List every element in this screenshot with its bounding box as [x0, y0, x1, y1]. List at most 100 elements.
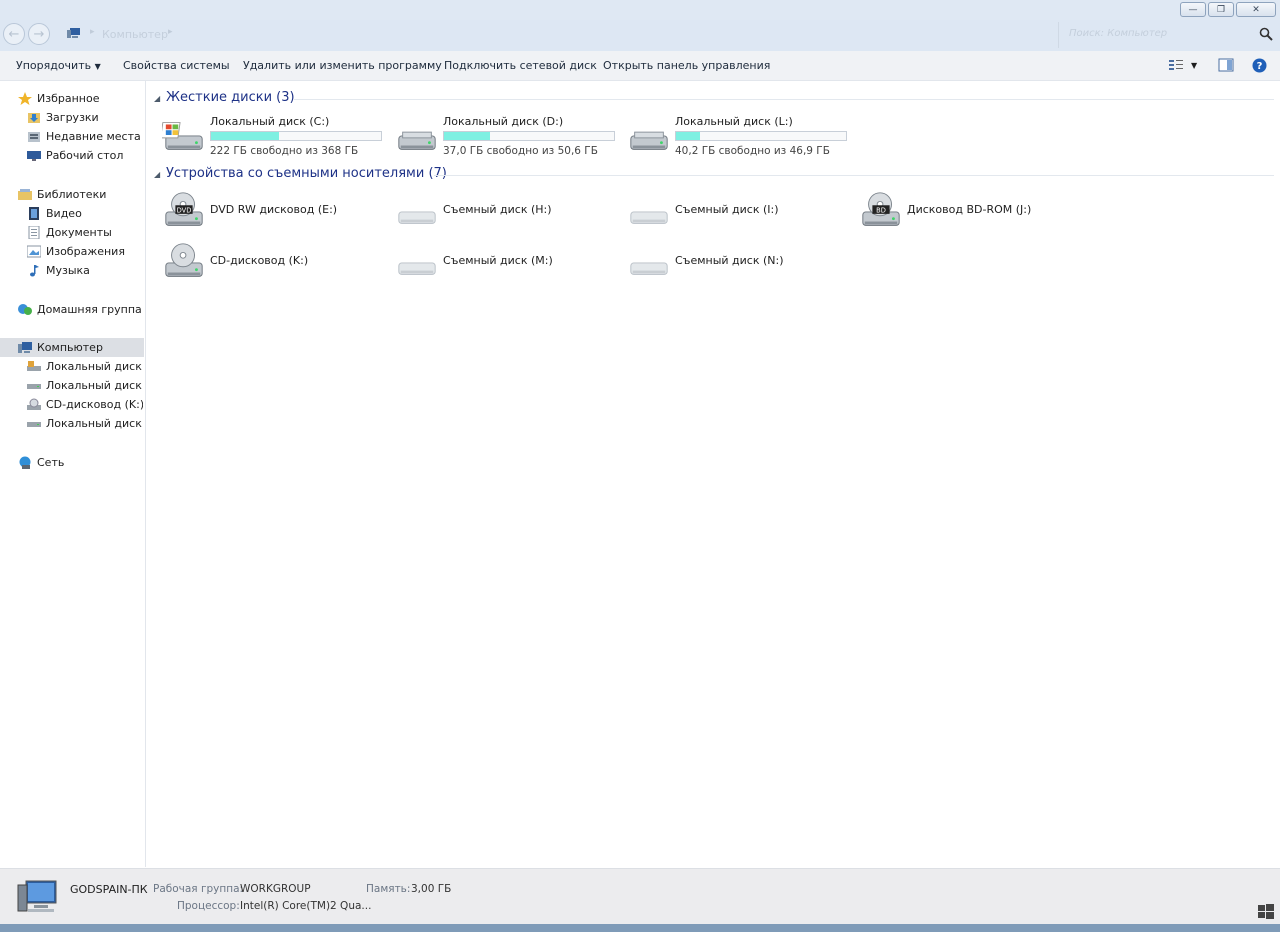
documents-library-icon — [28, 226, 40, 239]
close-button[interactable]: ✕ — [1236, 2, 1276, 17]
system-drive-icon — [162, 122, 203, 150]
workgroup-label: Рабочая группа: — [153, 883, 244, 895]
drive-name: Дисковод BD-ROM (J:) — [907, 203, 1032, 216]
drive-tile[interactable]: Локальный диск (L:) 40,2 ГБ свободно из 4… — [627, 113, 852, 159]
hard-drive-icon — [630, 131, 668, 150]
workgroup-value: WORKGROUP — [240, 883, 311, 895]
drive-tile[interactable]: Локальный диск (C:) 222 ГБ свободно из 36… — [162, 113, 387, 159]
taskbar — [0, 924, 1280, 932]
sidebar-item-desktop[interactable]: Рабочий стол — [27, 146, 143, 165]
drive-name: Съемный диск (H:) — [443, 203, 552, 216]
drive-name: Съемный диск (N:) — [675, 254, 784, 267]
breadcrumb-separator[interactable]: ▸ — [168, 27, 173, 37]
usage-bar — [210, 131, 382, 141]
sidebar-item-music[interactable]: Музыка — [27, 261, 143, 280]
dvd-drive-icon: DVD — [165, 192, 203, 226]
sidebar-item-disk-d[interactable]: Локальный диск (D:) — [27, 376, 143, 395]
title-bar: — ❐ ✕ — [0, 0, 1280, 20]
breadcrumb-separator[interactable]: ▸ — [90, 27, 95, 37]
drive-tile[interactable]: CD-дисковод (K:) — [162, 240, 387, 286]
drive-tile[interactable]: Съемный диск (M:) — [395, 240, 620, 286]
minimize-button[interactable]: — — [1180, 2, 1206, 17]
sidebar-item-pictures[interactable]: Изображения — [27, 242, 143, 261]
back-button[interactable]: ← — [3, 23, 25, 45]
computer-name: GODSPAIN-ПК — [70, 883, 148, 896]
organize-label: Упорядочить — [16, 59, 92, 72]
group-header-hard-disks[interactable]: ◢ Жесткие диски (3) — [154, 90, 1274, 108]
sidebar-item-label: Локальный диск (L:) — [46, 417, 143, 430]
sidebar-item-downloads[interactable]: Загрузки — [27, 108, 143, 127]
memory-label: Память: — [366, 883, 411, 895]
svg-text:DVD: DVD — [177, 206, 192, 214]
drive-name: Съемный диск (M:) — [443, 254, 553, 267]
collapse-triangle-icon[interactable]: ◢ — [154, 94, 160, 103]
drive-tile[interactable]: BD Дисковод BD-ROM (J:) — [859, 189, 1084, 235]
system-drive-icon — [27, 361, 41, 371]
sidebar-item-documents[interactable]: Документы — [27, 223, 143, 242]
sidebar-item-libraries[interactable]: Библиотеки — [18, 185, 143, 204]
sidebar-item-label: Локальный диск (C:) — [46, 360, 143, 373]
sidebar-item-label: Библиотеки — [37, 188, 107, 201]
uninstall-program-button[interactable]: Удалить или изменить программу — [243, 59, 442, 72]
organize-button[interactable]: Упорядочить ▼ — [16, 59, 101, 72]
search-input[interactable]: Поиск: Компьютер — [1058, 22, 1279, 48]
drive-tile[interactable]: DVD DVD RW дисковод (E:) — [162, 189, 387, 235]
search-placeholder: Поиск: Компьютер — [1069, 28, 1168, 39]
usage-bar — [443, 131, 615, 141]
sidebar-item-label: Избранное — [37, 92, 100, 105]
search-icon[interactable] — [1259, 27, 1273, 41]
group-divider — [434, 175, 1274, 176]
homegroup-icon — [18, 304, 32, 315]
map-network-drive-button[interactable]: Подключить сетевой диск — [444, 59, 597, 72]
drive-tile[interactable]: Съемный диск (I:) — [627, 189, 852, 235]
drive-tile[interactable]: Съемный диск (N:) — [627, 240, 852, 286]
sidebar-item-label: Локальный диск (D:) — [46, 379, 143, 392]
group-header-removable[interactable]: ◢ Устройства со съемными носителями (7) — [154, 166, 1274, 184]
video-library-icon — [29, 207, 39, 220]
pictures-library-icon — [27, 245, 41, 258]
sidebar-item-label: Документы — [46, 226, 112, 239]
group-title: Жесткие диски (3) — [166, 90, 295, 105]
drive-name: Съемный диск (I:) — [675, 203, 779, 216]
usage-bar-fill — [444, 132, 490, 140]
sidebar-item-homegroup[interactable]: Домашняя группа — [18, 300, 143, 319]
sidebar-item-label: Сеть — [37, 456, 65, 469]
recent-places-icon — [28, 132, 40, 142]
system-properties-button[interactable]: Свойства системы — [123, 59, 230, 72]
view-dropdown-icon[interactable]: ▼ — [1191, 61, 1197, 70]
bd-drive-icon: BD — [862, 192, 900, 226]
help-icon[interactable]: ? — [1252, 58, 1267, 73]
sidebar-item-label: Домашняя группа — [37, 303, 142, 316]
sidebar-item-computer[interactable]: Компьютер — [0, 338, 144, 357]
sidebar-item-disk-l[interactable]: Локальный диск (L:) — [27, 414, 143, 433]
command-bar: Упорядочить ▼ Свойства системы Удалить и… — [0, 51, 1280, 81]
drive-tile[interactable]: Локальный диск (D:) 37,0 ГБ свободно из 5… — [395, 113, 620, 159]
drive-name: Локальный диск (C:) — [210, 115, 330, 128]
sidebar-item-video[interactable]: Видео — [27, 204, 143, 223]
cpu-label: Процессор: — [177, 900, 240, 912]
sidebar-item-disk-c[interactable]: Локальный диск (C:) — [27, 357, 143, 376]
hard-drive-icon — [27, 422, 41, 427]
computer-icon — [18, 342, 32, 353]
sidebar-item-label: Музыка — [46, 264, 90, 277]
hard-drive-icon — [27, 384, 41, 389]
restore-button[interactable]: ❐ — [1208, 2, 1234, 17]
sidebar-item-cd-k[interactable]: CD-дисковод (K:) — [27, 395, 143, 414]
navigation-bar: ← → ▸ Компьютер ▸ Поиск: Компьютер — [0, 20, 1280, 51]
computer-icon — [67, 28, 80, 38]
preview-pane-icon[interactable] — [1218, 58, 1234, 72]
sidebar-item-network[interactable]: Сеть — [18, 453, 143, 472]
drive-name: Локальный диск (L:) — [675, 115, 793, 128]
collapse-triangle-icon[interactable]: ◢ — [154, 170, 160, 179]
open-control-panel-button[interactable]: Открыть панель управления — [603, 59, 770, 72]
forward-button[interactable]: → — [28, 23, 50, 45]
downloads-folder-icon — [28, 113, 40, 123]
computer-icon — [17, 880, 57, 912]
sidebar-item-favorites[interactable]: Избранное — [18, 89, 143, 108]
view-options-icon[interactable] — [1168, 58, 1184, 72]
sidebar-item-recent[interactable]: Недавние места — [27, 127, 143, 146]
drive-tile[interactable]: Съемный диск (H:) — [395, 189, 620, 235]
drive-name: DVD RW дисковод (E:) — [210, 203, 338, 216]
breadcrumb[interactable]: Компьютер — [102, 28, 168, 41]
usage-bar-fill — [676, 132, 700, 140]
